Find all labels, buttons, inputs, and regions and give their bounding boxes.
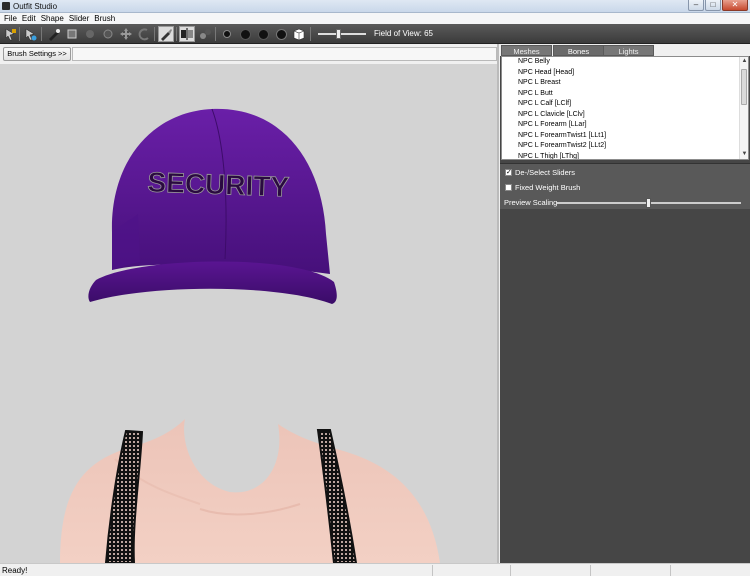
weight-brush-button[interactable]	[158, 26, 174, 42]
brush-dot-icon	[223, 30, 231, 38]
brush-dot-icon	[257, 28, 269, 40]
tab-lights[interactable]: Lights	[603, 45, 654, 56]
scrollbar-thumb[interactable]	[741, 69, 747, 105]
undo-brush-button[interactable]	[136, 26, 152, 42]
move-brush-button[interactable]	[118, 26, 134, 42]
list-item[interactable]: NPC L Forearm [LLar]	[502, 120, 748, 131]
fixed-weight-brush-checkbox[interactable]: Fixed Weight Brush	[505, 183, 580, 192]
brush-size-large-button[interactable]	[255, 26, 271, 42]
mask-brush-button[interactable]	[46, 26, 62, 42]
tab-meshes[interactable]: Meshes	[501, 45, 552, 56]
menu-edit[interactable]: Edit	[21, 13, 40, 24]
checkbox-checked-icon[interactable]: ✓	[505, 169, 512, 176]
checkbox-icon[interactable]	[505, 184, 512, 191]
window-title: Outfit Studio	[13, 2, 58, 11]
title-bar: Outfit Studio – □ ✕	[0, 0, 750, 13]
mask-brush-icon	[49, 29, 60, 41]
scroll-up-icon[interactable]: ▲	[740, 57, 748, 66]
tab-bones[interactable]: Bones	[553, 45, 604, 56]
list-item[interactable]: NPC Head [Head]	[502, 68, 748, 79]
menu-slider[interactable]: Slider	[68, 13, 93, 24]
connected-only-button[interactable]	[197, 26, 213, 42]
brush-settings-button[interactable]: Brush Settings >>	[3, 47, 71, 61]
list-item[interactable]: NPC L Butt	[502, 89, 748, 100]
preview-scaling-thumb[interactable]	[646, 198, 651, 208]
inflate-brush-icon	[67, 29, 77, 39]
deselect-sliders-label: De-/Select Sliders	[515, 168, 576, 177]
panel-tabs: Meshes Bones Lights	[500, 44, 750, 56]
connected-icon	[200, 29, 211, 39]
fov-slider-thumb[interactable]	[336, 29, 341, 39]
window-controls: – □ ✕	[688, 0, 748, 12]
status-bar: Ready!	[0, 563, 750, 576]
brush-settings-panel	[72, 47, 497, 61]
brush-settings-bar: Brush Settings >>	[0, 44, 497, 64]
3d-viewport[interactable]: Brush Settings >> SECURITY	[0, 44, 499, 563]
fov-label: Field of View: 65	[374, 29, 433, 38]
maximize-button[interactable]: □	[705, 0, 721, 11]
list-item[interactable]: NPC L Thigh [LThg]	[502, 152, 748, 160]
weight-brush-icon	[161, 29, 172, 41]
smooth-brush-button[interactable]	[100, 26, 116, 42]
mirror-x-button[interactable]	[179, 26, 195, 42]
bone-list[interactable]: NPC Belly NPC Head [Head] NPC L Breast N…	[501, 56, 749, 160]
transform-icon	[25, 28, 37, 41]
fixed-weight-brush-label: Fixed Weight Brush	[515, 183, 581, 192]
smooth-brush-icon	[103, 29, 113, 39]
select-icon	[5, 28, 16, 41]
cube-icon	[293, 28, 305, 41]
deselect-sliders-checkbox[interactable]: ✓ De-/Select Sliders	[505, 168, 575, 177]
brush-dot-icon	[239, 28, 251, 40]
undo-icon	[138, 28, 149, 41]
list-item[interactable]: NPC L ForearmTwist2 [LLt2]	[502, 141, 748, 152]
options-panel: ✓ De-/Select Sliders Fixed Weight Brush …	[500, 163, 750, 209]
close-button[interactable]: ✕	[722, 0, 748, 11]
deflate-brush-icon	[86, 30, 94, 38]
hat-text: SECURITY	[147, 167, 290, 203]
list-item[interactable]: NPC L Calf [LClf]	[502, 99, 748, 110]
list-item[interactable]: NPC Belly	[502, 57, 748, 68]
mirror-icon	[181, 28, 193, 40]
list-item[interactable]: NPC L Clavicle [LClv]	[502, 110, 748, 121]
brush-size-xlarge-button[interactable]	[273, 26, 289, 42]
list-item[interactable]: NPC L Breast	[502, 78, 748, 89]
preview-scaling-label: Preview Scaling	[504, 198, 558, 207]
bone-list-scrollbar[interactable]: ▲ ▼	[739, 57, 748, 159]
fov-slider[interactable]	[318, 29, 366, 39]
app-icon	[2, 2, 10, 10]
menu-file[interactable]: File	[3, 13, 21, 24]
preview-scaling-slider[interactable]	[557, 198, 741, 208]
body-mesh	[60, 419, 440, 563]
brush-size-medium-button[interactable]	[237, 26, 253, 42]
transform-tool-button[interactable]	[22, 26, 38, 42]
scroll-down-icon[interactable]: ▼	[740, 150, 748, 159]
view-cube-button[interactable]	[291, 26, 307, 42]
menu-bar: File Edit Shape Slider Brush	[0, 13, 750, 24]
status-text: Ready!	[2, 566, 28, 575]
model-render[interactable]: SECURITY	[0, 64, 499, 563]
list-item[interactable]: NPC L ForearmTwist1 [LLt1]	[502, 131, 748, 142]
brush-size-small-button[interactable]	[219, 26, 235, 42]
toolbar: Field of View: 65	[0, 24, 750, 44]
menu-shape[interactable]: Shape	[40, 13, 68, 24]
menu-brush[interactable]: Brush	[93, 13, 119, 24]
minimize-button[interactable]: –	[688, 0, 704, 11]
inflate-brush-button[interactable]	[64, 26, 80, 42]
move-icon	[120, 28, 132, 40]
deflate-brush-button[interactable]	[82, 26, 98, 42]
select-tool-button[interactable]	[2, 26, 18, 42]
side-panel: Meshes Bones Lights NPC Belly NPC Head […	[500, 44, 750, 563]
security-cap: SECURITY	[88, 108, 337, 304]
brush-dot-icon	[275, 28, 287, 40]
